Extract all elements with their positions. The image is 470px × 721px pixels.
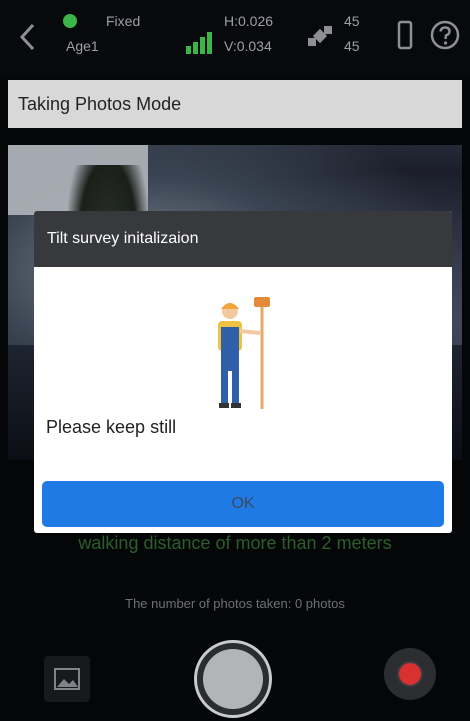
mode-selector[interactable]: Taking Photos Mode [8, 80, 462, 128]
vertical-precision: V:0.034 [224, 38, 272, 54]
dialog-title: Tilt survey initalizaion [34, 211, 452, 267]
record-icon [397, 661, 423, 687]
ok-button[interactable]: OK [42, 481, 444, 527]
signal-bars-icon [185, 32, 213, 59]
shutter-button[interactable] [194, 640, 272, 718]
record-button[interactable] [384, 648, 436, 700]
help-icon[interactable] [430, 20, 460, 55]
surveyor-illustration-icon [202, 293, 292, 418]
tilt-init-dialog: Tilt survey initalizaion Please keep sti… [34, 211, 452, 533]
device-icon[interactable] [397, 20, 413, 55]
fix-status: Fixed [106, 13, 141, 29]
status-bar: Fixed Age1 H:0.026 V:0.034 45 45 [0, 0, 470, 76]
gallery-button[interactable] [44, 656, 90, 702]
photo-count-label: The number of photos taken: 0 photos [125, 596, 345, 611]
shutter-inner [203, 649, 263, 709]
gallery-icon [53, 665, 81, 698]
satellite-count-bottom: 45 [344, 38, 360, 54]
walking-hint: walking distance of more than 2 meters [78, 533, 392, 553]
satellite-fix-icon [60, 12, 80, 35]
satellite-icon [306, 22, 334, 55]
satellite-count-top: 45 [344, 13, 360, 29]
back-icon[interactable] [18, 22, 38, 57]
horizontal-precision: H:0.026 [224, 13, 274, 29]
age-label: Age1 [66, 38, 99, 54]
dialog-message: Please keep still [46, 417, 177, 437]
